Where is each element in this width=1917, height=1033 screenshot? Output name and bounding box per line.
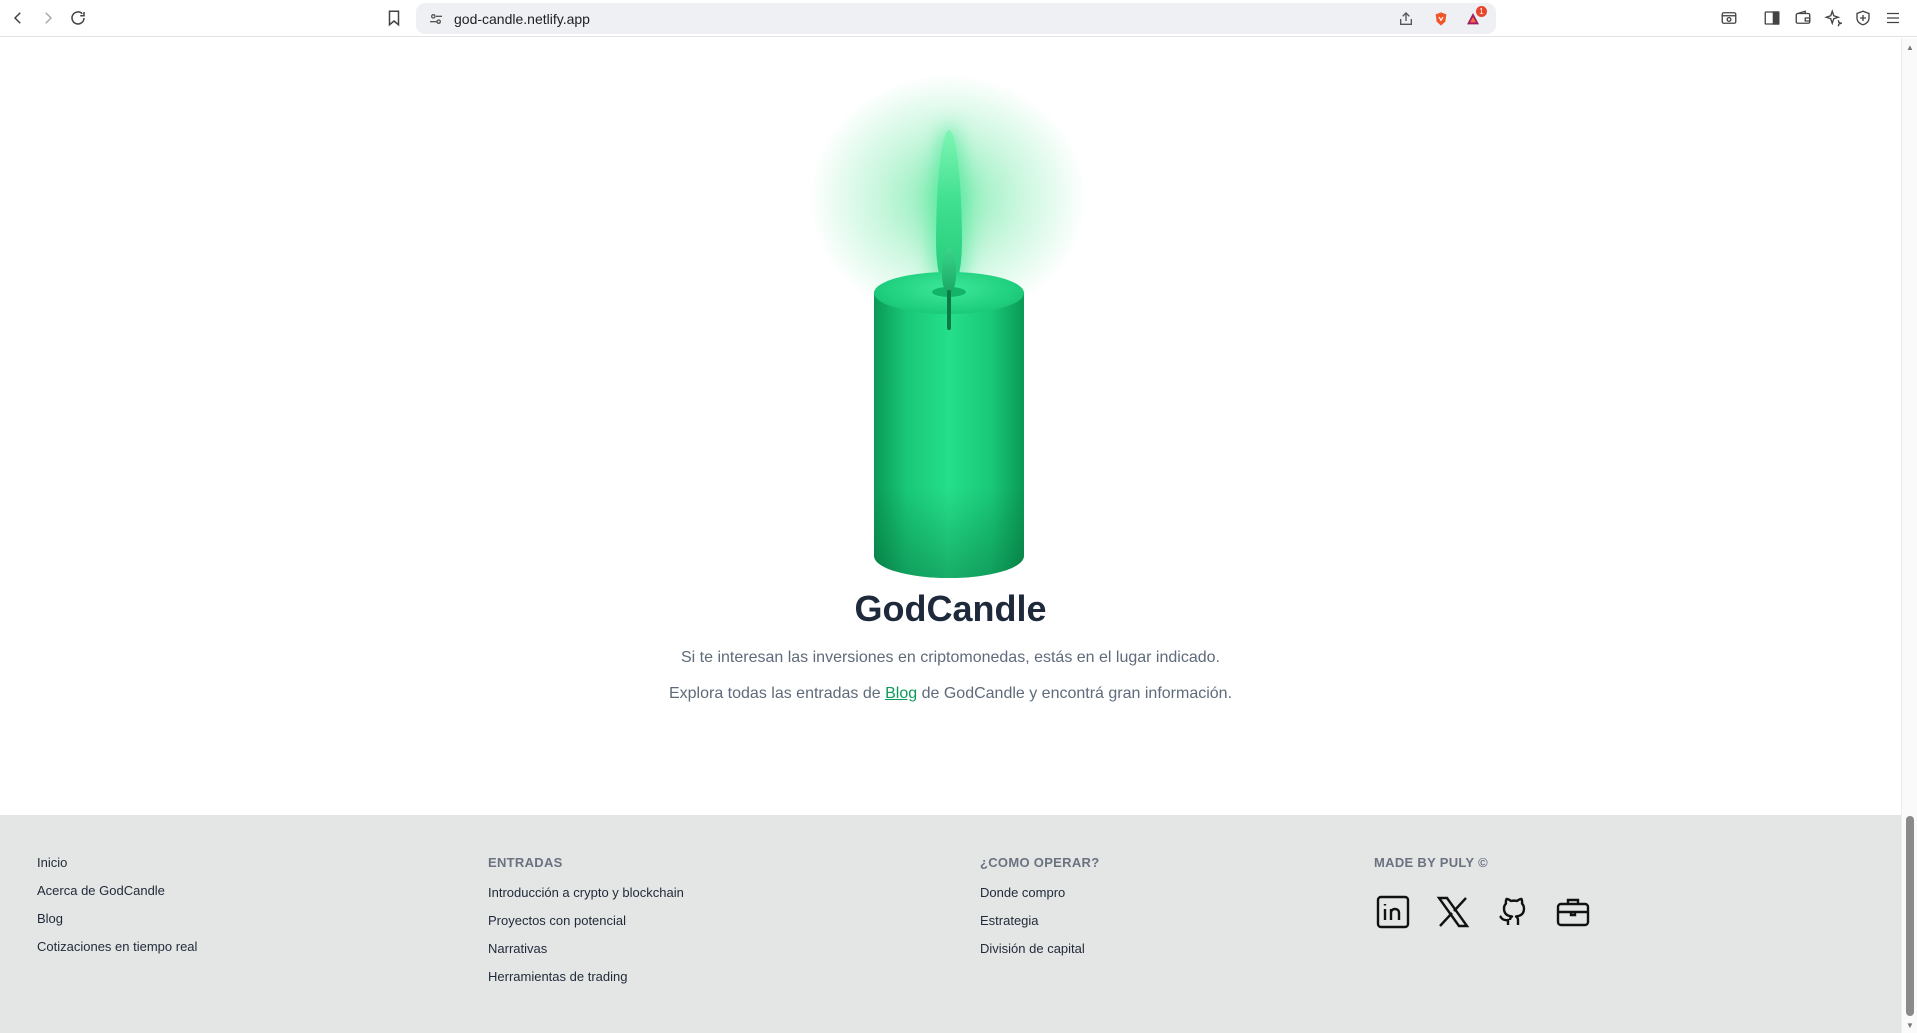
bookmark-button[interactable] [380,4,408,32]
url-text[interactable]: god-candle.netlify.app [454,11,590,27]
hero-blog-text: Explora todas las entradas de Blog de Go… [668,685,1233,702]
footer-link-intro-crypto[interactable]: Introducción a crypto y blockchain [488,885,684,913]
sparkle-icon [1824,9,1842,27]
footer-entradas: ENTRADAS Introducción a crypto y blockch… [488,855,684,997]
share-icon[interactable] [1396,9,1416,29]
address-bar[interactable]: god-candle.netlify.app 1 [416,3,1496,34]
flame-core [942,248,956,292]
operar-heading: ¿COMO OPERAR? [980,855,1100,870]
hamburger-icon [1887,12,1899,24]
back-button[interactable] [4,4,32,32]
sidebar-button[interactable] [1758,4,1786,32]
scroll-up-arrow-icon[interactable]: ▲ [1902,40,1917,54]
footer-link-herramientas[interactable]: Herramientas de trading [488,969,684,997]
linkedin-icon[interactable] [1374,893,1412,931]
sidebar-icon [1764,11,1780,25]
menu-button[interactable] [1879,4,1907,32]
reload-icon [71,11,85,25]
forward-button[interactable] [34,4,62,32]
chevron-left-icon [13,12,21,24]
footer-link-cotizaciones[interactable]: Cotizaciones en tiempo real [37,939,197,967]
wallet-button[interactable] [1789,4,1817,32]
x-icon[interactable] [1434,893,1472,931]
candle-body [874,292,1024,578]
hero-section: GodCandle Si te interesan las inversione… [0,38,1901,815]
github-icon[interactable] [1494,893,1532,931]
reload-button[interactable] [64,4,92,32]
brave-rewards-icon[interactable]: 1 [1463,6,1487,29]
hero-intro-text: Si te interesan las inversiones en cript… [681,649,1220,666]
bookmark-icon [388,10,400,27]
candle-wick [947,290,951,330]
footer-link-narrativas[interactable]: Narrativas [488,941,684,969]
wallet-icon [1795,10,1811,24]
shield-icon [1856,10,1870,26]
footer-link-inicio[interactable]: Inicio [37,855,197,883]
scroll-thumb[interactable] [1906,816,1914,1016]
browser-toolbar: god-candle.netlify.app 1 [0,0,1917,37]
chevron-right-icon [45,12,53,24]
page-title: GodCandle [854,588,1047,629]
footer-link-donde-compro[interactable]: Donde compro [980,885,1099,913]
footer-nav: Inicio Acerca de GodCandle Blog Cotizaci… [37,855,197,967]
blog-link[interactable]: Blog [885,685,917,702]
entradas-heading: ENTRADAS [488,855,563,870]
rewards-badge: 1 [1476,6,1487,17]
tab-search-button[interactable] [1715,4,1743,32]
tab-search-icon [1721,12,1737,24]
social-links [1374,893,1592,931]
footer-made-by: MADE BY PULY © [1374,855,1488,885]
made-by-heading: MADE BY PULY © [1374,855,1488,870]
footer-link-blog[interactable]: Blog [37,911,197,939]
vpn-button[interactable] [1849,4,1877,32]
footer-link-proyectos[interactable]: Proyectos con potencial [488,913,684,941]
brave-shield-icon[interactable] [1431,9,1451,29]
footer-link-estrategia[interactable]: Estrategia [980,913,1099,941]
footer-operar: ¿COMO OPERAR? Donde compro Estrategia Di… [980,855,1099,969]
scroll-down-arrow-icon[interactable]: ▼ [1902,1018,1917,1032]
briefcase-icon[interactable] [1554,893,1592,931]
footer: Inicio Acerca de GodCandle Blog Cotizaci… [0,815,1901,1033]
footer-link-acerca[interactable]: Acerca de GodCandle [37,883,197,911]
site-settings-icon[interactable] [426,9,446,29]
footer-link-division[interactable]: División de capital [980,941,1099,969]
leo-ai-button[interactable] [1819,4,1847,32]
page-scrollbar[interactable]: ▲ ▼ [1901,38,1917,1033]
